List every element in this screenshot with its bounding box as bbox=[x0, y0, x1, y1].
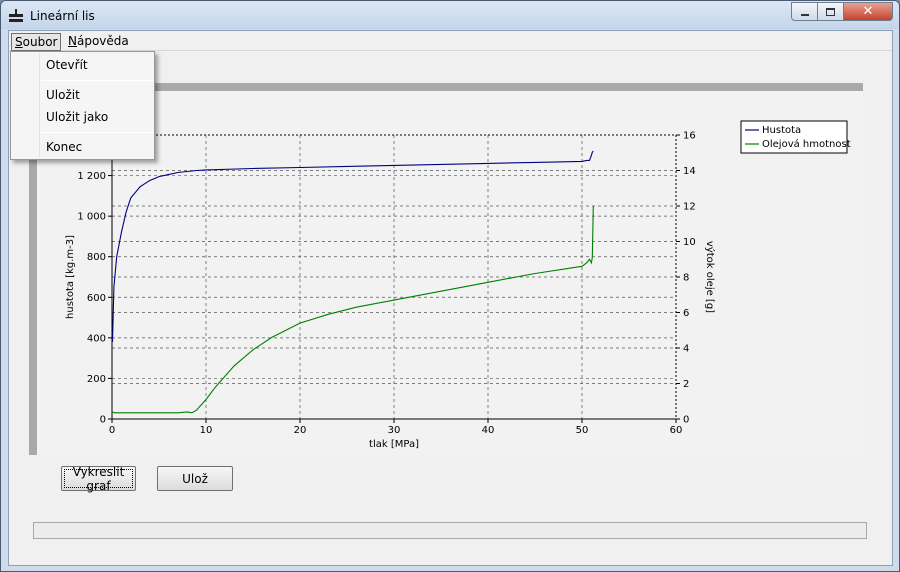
draw-chart-button[interactable]: Vykreslit graf bbox=[61, 465, 136, 493]
series-line-hustota bbox=[111, 150, 594, 342]
menu-item-save-as[interactable]: Uložit jako bbox=[12, 107, 153, 127]
menu-separator bbox=[41, 132, 153, 133]
menu-item-exit[interactable]: Konec bbox=[12, 137, 153, 157]
title-bar[interactable]: Lineární lis ✕ bbox=[1, 1, 899, 29]
menu-napoveda[interactable]: Nápověda bbox=[65, 33, 132, 51]
menu-napoveda-accel: N bbox=[68, 34, 77, 48]
app-window: Lineární lis ✕ Soubor Nápověda Otevřít U… bbox=[0, 0, 900, 572]
x-axis-label: tlak [MPa] bbox=[369, 439, 419, 450]
x-tick-label: 30 bbox=[388, 425, 401, 436]
client-area: Soubor Nápověda Otevřít Uložit Uložit ja… bbox=[8, 30, 893, 566]
y-right-tick-label: 0 bbox=[683, 415, 689, 426]
window-title: Lineární lis bbox=[30, 9, 95, 23]
y-left-tick-label: 400 bbox=[87, 333, 106, 344]
menu-napoveda-label: ápověda bbox=[76, 34, 129, 48]
menu-soubor-accel: S bbox=[15, 35, 23, 49]
y-left-tick-label: 600 bbox=[87, 293, 106, 304]
y-left-tick-label: 1 200 bbox=[77, 171, 106, 182]
maximize-icon bbox=[826, 7, 835, 16]
y-right-tick-label: 6 bbox=[683, 308, 689, 319]
save-button[interactable]: Ulož bbox=[157, 466, 233, 491]
chart-svg: 0 10 20 30 40 50 6002004006008001 0001 2000246… bbox=[65, 120, 851, 450]
y-right-tick-label: 10 bbox=[683, 237, 696, 248]
y-left-tick-label: 0 bbox=[100, 415, 106, 426]
menu-item-open[interactable]: Otevřít bbox=[12, 55, 153, 75]
y-right-tick-label: 16 bbox=[683, 131, 696, 142]
y-axis-left-label: hustota [kg.m-3] bbox=[65, 235, 76, 319]
soubor-dropdown: Otevřít Uložit Uložit jako Konec bbox=[10, 51, 155, 160]
minimize-button[interactable] bbox=[791, 2, 818, 21]
y-right-tick-label: 12 bbox=[683, 202, 696, 213]
menu-soubor-label: oubor bbox=[22, 35, 58, 49]
x-tick-label: 0 bbox=[109, 425, 115, 436]
menu-bar: Soubor Nápověda bbox=[9, 31, 892, 51]
chart-series bbox=[111, 150, 594, 414]
menu-separator bbox=[41, 80, 153, 81]
x-tick-label: 20 bbox=[294, 425, 307, 436]
x-tick-label: 50 bbox=[576, 425, 589, 436]
x-tick-label: 10 bbox=[200, 425, 213, 436]
y-right-tick-label: 14 bbox=[683, 166, 696, 177]
chart-ticks: 0 10 20 30 40 50 6002004006008001 0001 2000246… bbox=[77, 131, 695, 437]
y-left-tick-label: 1 000 bbox=[77, 212, 106, 223]
press-app-icon bbox=[9, 9, 23, 22]
y-right-tick-label: 2 bbox=[683, 379, 689, 390]
menu-item-save[interactable]: Uložit bbox=[12, 85, 153, 105]
y-right-tick-label: 4 bbox=[683, 344, 689, 355]
legend-label-hustota: Hustota bbox=[762, 125, 801, 136]
x-tick-label: 60 bbox=[670, 425, 683, 436]
status-bar bbox=[33, 522, 867, 539]
minimize-icon bbox=[800, 13, 809, 16]
chart-legend: Hustota Olejová hmotnost bbox=[740, 120, 851, 154]
x-tick-label: 40 bbox=[482, 425, 495, 436]
menu-soubor[interactable]: Soubor bbox=[11, 33, 62, 51]
y-right-tick-label: 8 bbox=[683, 273, 689, 284]
close-button[interactable]: ✕ bbox=[843, 2, 893, 21]
maximize-button[interactable] bbox=[817, 2, 844, 21]
legend-label-olej: Olejová hmotnost bbox=[762, 138, 851, 150]
close-icon: ✕ bbox=[862, 4, 874, 19]
y-axis-right-label: výtok oleje [g] bbox=[704, 241, 716, 313]
y-left-tick-label: 200 bbox=[87, 374, 106, 385]
series-line-olej bbox=[111, 205, 594, 414]
y-left-tick-label: 800 bbox=[87, 252, 106, 263]
chart-area: 0 10 20 30 40 50 60 0 200 400 600 800 1 000 1 200 0 2 4 6… bbox=[37, 91, 863, 455]
chart-grid bbox=[112, 135, 676, 419]
